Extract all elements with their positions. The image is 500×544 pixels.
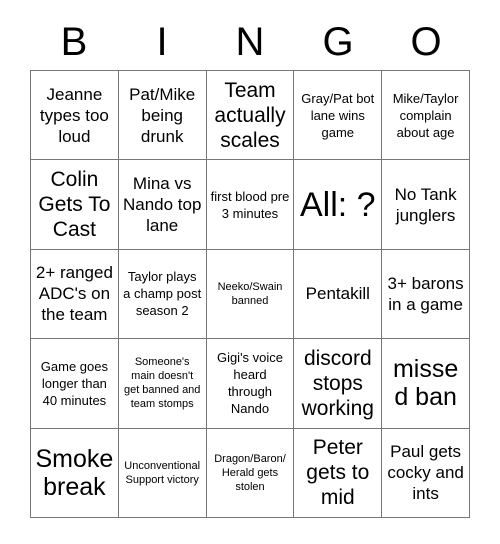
bingo-header-row: B I N G O [30,14,470,70]
bingo-cell-label: 2+ ranged ADC's on the team [35,263,113,325]
bingo-cell-r1c1[interactable]: Jeanne types too loud [31,71,119,161]
bingo-cell-free-space[interactable]: All: ? [294,160,383,250]
bingo-cell-r4c5[interactable]: missed ban [382,339,470,429]
bingo-cell-r5c3[interactable]: Dragon/Baron/ Herald gets stolen [206,428,295,518]
bingo-cell-label: Game goes longer than 40 minutes [40,358,108,408]
bingo-cell-label: Team actually scales [214,78,286,152]
bingo-cell-r3c2[interactable]: Taylor plays a champ post season 2 [118,249,207,340]
bingo-grid: Jeanne types too loud Pat/Mike being dru… [30,70,470,518]
bingo-free-space-label: All: ? [299,185,376,224]
bingo-cell-r5c5[interactable]: Paul gets cocky and ints [382,428,470,518]
bingo-cell-label: Dragon/Baron/ Herald gets stolen [214,452,286,493]
bingo-cell-r3c5[interactable]: 3+ barons in a game [382,249,470,340]
header-letter-g: G [322,20,354,64]
bingo-cell-r1c2[interactable]: Pat/Mike being drunk [118,71,207,161]
bingo-cell-label: Jeanne types too loud [39,84,109,146]
bingo-cell-r2c5[interactable]: No Tank junglers [382,160,470,250]
bingo-cell-label: Gray/Pat bot lane wins game [301,90,375,140]
bingo-cell-label: first blood pre 3 minutes [210,188,290,221]
header-letter-b: B [60,20,88,64]
bingo-cell-r4c2[interactable]: Someone's main doesn't get banned and te… [118,339,207,429]
bingo-cell-label: Peter gets to mid [306,436,370,510]
bingo-cell-r2c1[interactable]: Colin Gets To Cast [31,160,119,250]
bingo-cell-label: No Tank junglers [394,184,457,225]
bingo-cell-r3c1[interactable]: 2+ ranged ADC's on the team [31,249,119,340]
bingo-cell-label: Unconventional Support victory [124,459,201,486]
bingo-cell-label: Neeko/Swain banned [217,280,283,307]
bingo-cell-label: Gigi's voice heard through Nando [216,350,284,417]
bingo-cell-r3c4[interactable]: Pentakill [294,249,383,340]
bingo-cell-label: Pat/Mike being drunk [129,84,196,146]
bingo-cell-label: Smoke break [35,444,114,501]
header-letter-i: I [156,20,168,64]
bingo-cell-label: Paul gets cocky and ints [387,442,464,504]
bingo-cell-r4c1[interactable]: Game goes longer than 40 minutes [31,339,119,429]
bingo-cell-r2c2[interactable]: Mina vs Nando top lane [118,160,207,250]
bingo-cell-r5c4[interactable]: Peter gets to mid [294,428,383,518]
bingo-cell-r5c2[interactable]: Unconventional Support victory [118,428,207,518]
header-letter-o: O [410,20,442,64]
bingo-cell-label: 3+ barons in a game [387,273,464,314]
bingo-cell-label: missed ban [392,355,459,412]
bingo-cell-label: Colin Gets To Cast [38,168,111,242]
bingo-cell-label: Mina vs Nando top lane [122,174,202,236]
bingo-cell-r1c5[interactable]: Mike/Taylor complain about age [382,71,470,161]
bingo-cell-r1c4[interactable]: Gray/Pat bot lane wins game [294,71,383,161]
bingo-cell-label: Taylor plays a champ post season 2 [123,269,202,319]
bingo-card: B I N G O Jeanne types too loud Pat/Mike… [0,0,500,544]
bingo-cell-label: Mike/Taylor complain about age [392,90,459,140]
bingo-cell-r4c3[interactable]: Gigi's voice heard through Nando [206,339,295,429]
bingo-cell-r2c3[interactable]: first blood pre 3 minutes [206,160,295,250]
bingo-cell-r5c1[interactable]: Smoke break [31,428,119,518]
bingo-cell-r4c4[interactable]: discord stops working [294,339,383,429]
header-letter-n: N [235,20,265,64]
bingo-cell-label: discord stops working [301,346,374,420]
bingo-cell-r3c3[interactable]: Neeko/Swain banned [206,249,295,340]
bingo-cell-r1c3[interactable]: Team actually scales [206,71,295,161]
bingo-cell-label: Someone's main doesn't get banned and te… [123,356,201,411]
bingo-cell-label: Pentakill [305,284,370,304]
